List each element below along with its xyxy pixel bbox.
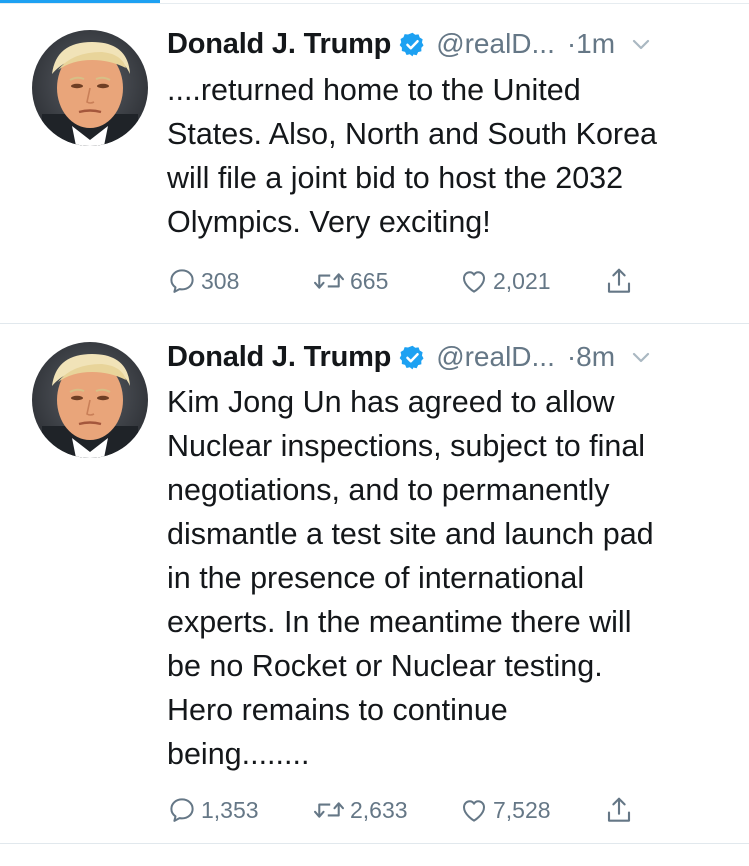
retweet-icon xyxy=(312,795,346,825)
tweet-header: Donald J. Trump @realD... ·8m xyxy=(167,337,729,377)
reply-button[interactable]: 308 xyxy=(167,266,312,296)
author-name[interactable]: Donald J. Trump xyxy=(167,28,391,61)
retweet-button[interactable]: 665 xyxy=(312,266,459,296)
tweet[interactable]: Donald J. Trump @realD... ·8m Kim Jong U… xyxy=(0,324,749,844)
tweet-header: Donald J. Trump @realD... ·1m xyxy=(167,24,729,64)
chevron-down-icon[interactable] xyxy=(629,345,653,369)
tweet-actions: 308 665 2,021 xyxy=(167,263,634,299)
chevron-down-icon[interactable] xyxy=(629,32,653,56)
tweet-actions: 1,353 2,633 7,528 xyxy=(167,792,634,828)
tweet-text: Kim Jong Un has agreed to allow Nuclear … xyxy=(167,385,654,771)
reply-icon xyxy=(167,795,197,825)
avatar[interactable] xyxy=(32,30,148,146)
share-icon xyxy=(604,266,634,296)
author-handle[interactable]: @realD... xyxy=(436,28,555,60)
author-name[interactable]: Donald J. Trump xyxy=(167,341,391,374)
tweet[interactable]: Donald J. Trump @realD... ·1m ....return… xyxy=(0,4,749,324)
tweet-text: ....returned home to the United States. … xyxy=(167,73,657,239)
like-count: 7,528 xyxy=(493,796,551,823)
verified-badge-icon xyxy=(399,344,426,371)
avatar[interactable] xyxy=(32,342,148,458)
bottom-spacer xyxy=(0,844,749,866)
reply-icon xyxy=(167,266,197,296)
reply-button[interactable]: 1,353 xyxy=(167,795,312,825)
verified-badge-icon xyxy=(399,31,426,58)
retweet-button[interactable]: 2,633 xyxy=(312,795,459,825)
retweet-count: 2,633 xyxy=(350,796,408,823)
retweet-count: 665 xyxy=(350,267,389,294)
timestamp[interactable]: ·1m xyxy=(567,28,615,60)
reply-count: 1,353 xyxy=(201,796,259,823)
share-button[interactable] xyxy=(604,266,634,296)
like-button[interactable]: 2,021 xyxy=(459,266,604,296)
share-icon xyxy=(604,795,634,825)
heart-icon xyxy=(459,795,489,825)
author-handle[interactable]: @realD... xyxy=(436,341,555,373)
heart-icon xyxy=(459,266,489,296)
like-count: 2,021 xyxy=(493,267,551,294)
like-button[interactable]: 7,528 xyxy=(459,795,604,825)
retweet-icon xyxy=(312,266,346,296)
share-button[interactable] xyxy=(604,795,634,825)
reply-count: 308 xyxy=(201,267,240,294)
timestamp[interactable]: ·8m xyxy=(567,341,615,373)
